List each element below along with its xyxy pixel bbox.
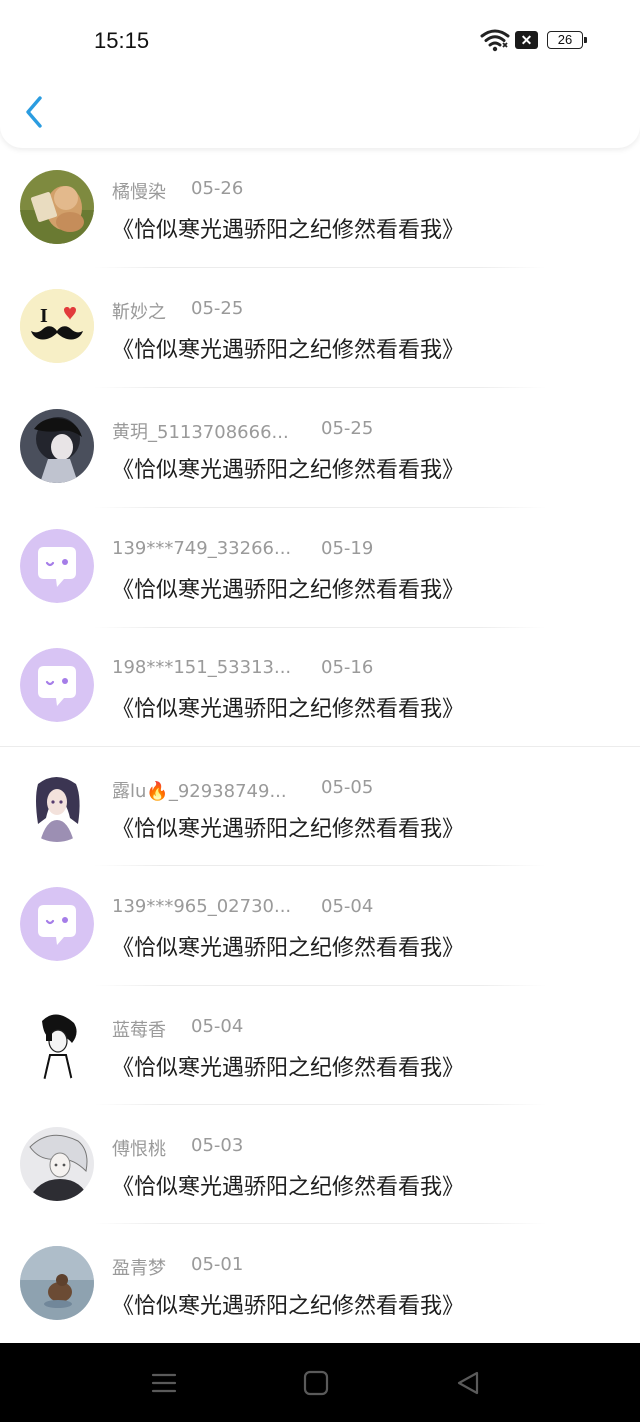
contact-name: 139***965_02730... xyxy=(112,896,292,917)
contact-name-line: 露lu🔥_92938749... 05-05 xyxy=(112,777,373,803)
wifi-icon xyxy=(480,29,510,52)
contact-name-line: 橘慢染 05-26 xyxy=(112,178,243,204)
avatar xyxy=(20,170,94,244)
contact-name: 盈青梦 xyxy=(112,1258,166,1279)
conversation-list: 橘慢染 05-26 《恰似寒光遇骄阳之纪修然看看我》 I 靳妙之 05-25 《… xyxy=(0,148,640,1342)
last-message: 《恰似寒光遇骄阳之纪修然看看我》 xyxy=(112,817,465,842)
contact-name-line: 198***151_53313... 05-16 xyxy=(112,657,373,678)
avatar xyxy=(20,409,94,483)
avatar: I xyxy=(20,289,94,363)
contact-name-line: 盈青梦 05-01 xyxy=(112,1254,243,1280)
last-message: 《恰似寒光遇骄阳之纪修然看看我》 xyxy=(112,936,465,961)
avatar xyxy=(20,768,94,842)
last-message: 《恰似寒光遇骄阳之纪修然看看我》 xyxy=(112,578,465,603)
message-date: 05-19 xyxy=(321,538,374,559)
sim-error-icon: ✕ xyxy=(515,31,538,49)
battery-indicator: 26 xyxy=(547,31,587,49)
default-avatar-icon xyxy=(20,648,94,722)
conversation-row[interactable]: 傅恨桃 05-03 《恰似寒光遇骄阳之纪修然看看我》 xyxy=(0,1105,640,1225)
last-message: 《恰似寒光遇骄阳之纪修然看看我》 xyxy=(112,697,465,722)
row-divider xyxy=(94,865,546,866)
default-avatar-icon xyxy=(20,887,94,961)
message-date: 05-03 xyxy=(191,1135,244,1156)
contact-name: 傅恨桃 xyxy=(112,1139,166,1160)
last-message: 《恰似寒光遇骄阳之纪修然看看我》 xyxy=(112,1294,465,1319)
contact-name: 蓝莓香 xyxy=(112,1020,166,1041)
contact-name-line: 139***749_33266... 05-19 xyxy=(112,538,373,559)
contact-name: 139***749_33266... xyxy=(112,538,292,559)
conversation-row[interactable]: I 靳妙之 05-25 《恰似寒光遇骄阳之纪修然看看我》 xyxy=(0,268,640,388)
conversation-row[interactable]: 盈青梦 05-01 《恰似寒光遇骄阳之纪修然看看我》 xyxy=(0,1224,640,1342)
status-bar: 15:15 ✕ 26 xyxy=(0,0,640,82)
contact-name-line: 靳妙之 05-25 xyxy=(112,298,243,324)
message-date: 05-05 xyxy=(321,777,374,798)
message-date: 05-04 xyxy=(321,896,374,917)
message-date: 05-25 xyxy=(321,418,374,439)
back-triangle-icon[interactable] xyxy=(454,1369,482,1397)
svg-text:I: I xyxy=(40,305,48,327)
contact-name-line: 黄玥_5113708666... 05-25 xyxy=(112,418,373,444)
last-message: 《恰似寒光遇骄阳之纪修然看看我》 xyxy=(112,1056,465,1081)
conversation-row[interactable]: 蓝莓香 05-04 《恰似寒光遇骄阳之纪修然看看我》 xyxy=(0,986,640,1106)
conversation-row[interactable]: 露lu🔥_92938749... 05-05 《恰似寒光遇骄阳之纪修然看看我》 xyxy=(0,747,640,867)
home-square-icon[interactable] xyxy=(302,1369,330,1397)
contact-name: 橘慢染 xyxy=(112,182,166,203)
conversation-row[interactable]: 139***965_02730... 05-04 《恰似寒光遇骄阳之纪修然看看我… xyxy=(0,867,640,987)
status-time: 15:15 xyxy=(94,28,150,53)
message-date: 05-16 xyxy=(321,657,374,678)
contact-name-line: 蓝莓香 05-04 xyxy=(112,1016,243,1042)
contact-name: 靳妙之 xyxy=(112,302,166,323)
conversation-row[interactable]: 黄玥_5113708666... 05-25 《恰似寒光遇骄阳之纪修然看看我》 xyxy=(0,388,640,508)
message-date: 05-26 xyxy=(191,178,244,199)
top-bar: 15:15 ✕ 26 xyxy=(0,0,640,148)
message-date: 05-01 xyxy=(191,1254,244,1275)
default-avatar-icon xyxy=(20,529,94,603)
avatar xyxy=(20,1007,94,1081)
avatar xyxy=(20,1127,94,1201)
last-message: 《恰似寒光遇骄阳之纪修然看看我》 xyxy=(112,458,465,483)
contact-name: 198***151_53313... xyxy=(112,657,292,678)
conversation-row[interactable]: 橘慢染 05-26 《恰似寒光遇骄阳之纪修然看看我》 xyxy=(0,148,640,268)
back-chevron-icon[interactable] xyxy=(18,92,54,132)
conversation-row[interactable]: 139***749_33266... 05-19 《恰似寒光遇骄阳之纪修然看看我… xyxy=(0,508,640,628)
contact-name-line: 139***965_02730... 05-04 xyxy=(112,896,373,917)
last-message: 《恰似寒光遇骄阳之纪修然看看我》 xyxy=(112,1175,465,1200)
avatar xyxy=(20,1246,94,1320)
message-date: 05-25 xyxy=(191,298,244,319)
contact-name-line: 傅恨桃 05-03 xyxy=(112,1135,243,1161)
message-date: 05-04 xyxy=(191,1016,244,1037)
last-message: 《恰似寒光遇骄阳之纪修然看看我》 xyxy=(112,218,465,243)
contact-name: 黄玥_5113708666... xyxy=(112,422,289,443)
conversation-row[interactable]: 198***151_53313... 05-16 《恰似寒光遇骄阳之纪修然看看我… xyxy=(0,628,640,748)
contact-name: 露lu🔥_92938749... xyxy=(112,781,287,802)
system-navigation-bar xyxy=(0,1343,640,1422)
menu-icon[interactable] xyxy=(150,1369,178,1397)
last-message: 《恰似寒光遇骄阳之纪修然看看我》 xyxy=(112,338,465,363)
